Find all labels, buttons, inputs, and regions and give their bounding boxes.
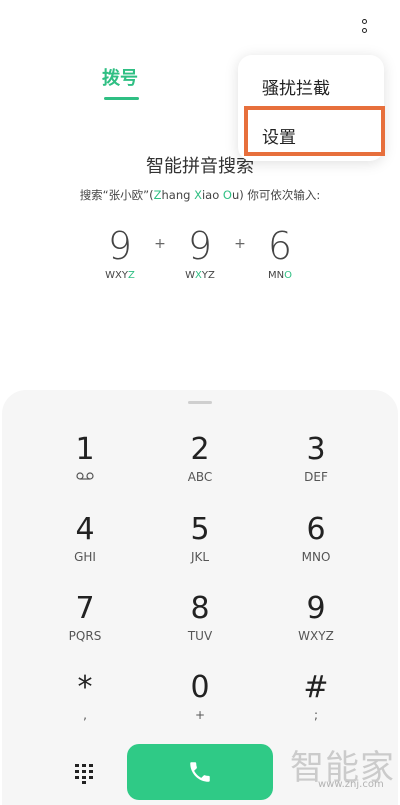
key-letters: GHI: [74, 550, 96, 564]
key-0[interactable]: 0 +: [150, 670, 250, 736]
example-digit-3: 6: [267, 224, 293, 268]
hint-sub-hang: hang: [161, 188, 195, 202]
example-letters-2: WXYZ: [170, 270, 230, 281]
key-star[interactable]: * ,: [35, 670, 135, 736]
key-digit: #: [303, 670, 329, 705]
hint-subtitle: 搜索“张小欧”(Zhang Xiao Ou) 你可依次输入:: [0, 187, 400, 203]
key-3[interactable]: 3 DEF: [266, 432, 366, 498]
key-4[interactable]: 4 GHI: [35, 512, 135, 578]
key-digit: 2: [190, 432, 210, 467]
key-digit: 6: [306, 512, 326, 547]
example-letters-3: MNO: [250, 270, 310, 281]
key-hash[interactable]: # ;: [266, 670, 366, 736]
phone-icon: [190, 762, 210, 782]
key-letters: DEF: [304, 470, 328, 484]
hint-sub-o: O: [222, 188, 232, 202]
keypad-drag-handle[interactable]: [188, 401, 212, 404]
example-letters-3-hl: O: [284, 270, 292, 281]
watermark-url: www.znj.com: [318, 779, 384, 790]
call-button[interactable]: [127, 744, 273, 800]
key-2[interactable]: 2 ABC: [150, 432, 250, 498]
key-8[interactable]: 8 TUV: [150, 591, 250, 657]
key-5[interactable]: 5 JKL: [150, 512, 250, 578]
more-options-button[interactable]: [352, 14, 376, 38]
key-digit: 3: [306, 432, 326, 467]
key-letters: ABC: [187, 470, 213, 484]
key-9[interactable]: 9 WXYZ: [266, 591, 366, 657]
voicemail-icon: [76, 472, 94, 480]
example-digit-2: 9: [187, 224, 213, 268]
hint-sub-iao: iao: [201, 188, 223, 202]
key-digit: 8: [190, 591, 210, 626]
key-digit: 1: [75, 432, 95, 467]
example-letters-1: WXYZ: [90, 270, 150, 281]
example-letters-2-hl: X: [195, 270, 202, 281]
key-1[interactable]: 1: [35, 432, 135, 498]
hint-sub-suffix: ) 你可依次输入:: [239, 188, 321, 202]
menu-item-block[interactable]: 骚扰拦截: [238, 64, 384, 108]
key-letters: ,: [83, 708, 87, 722]
key-digit: 4: [75, 512, 95, 547]
key-letters: MNO: [301, 550, 331, 564]
example-letters-2-pre: W: [185, 270, 196, 281]
key-letters: PQRS: [68, 629, 102, 643]
example-letters-3-pre: MN: [268, 270, 285, 281]
key-digit: 5: [190, 512, 210, 547]
key-letters: TUV: [187, 629, 213, 643]
key-digit: *: [77, 670, 93, 705]
example-letters-1-pre: WXY: [105, 270, 128, 281]
example-plus-2: +: [234, 236, 246, 252]
key-digit: 7: [75, 591, 95, 626]
dialpad-icon[interactable]: [72, 761, 96, 785]
more-vertical-icon: [361, 19, 367, 24]
settings-highlight-box: [244, 106, 385, 156]
hint-sub-x: X: [194, 188, 202, 202]
key-letters: +: [194, 708, 206, 722]
tab-indicator: [104, 97, 139, 100]
example-plus-1: +: [154, 236, 166, 252]
key-digit: 0: [190, 670, 210, 705]
example-letters-2-post: YZ: [201, 270, 215, 281]
tab-dial[interactable]: 拨号: [96, 64, 144, 90]
key-6[interactable]: 6 MNO: [266, 512, 366, 578]
key-letters: WXYZ: [298, 629, 334, 643]
key-digit: 9: [306, 591, 326, 626]
hint-sub-prefix: 搜索“张小欧”(: [79, 188, 154, 202]
key-letters: ;: [313, 708, 319, 722]
example-digit-1: 9: [107, 224, 133, 268]
key-letters: JKL: [190, 550, 210, 564]
example-letters-1-hl: Z: [128, 270, 135, 281]
more-vertical-icon-dot: [361, 28, 367, 33]
key-7[interactable]: 7 PQRS: [35, 591, 135, 657]
